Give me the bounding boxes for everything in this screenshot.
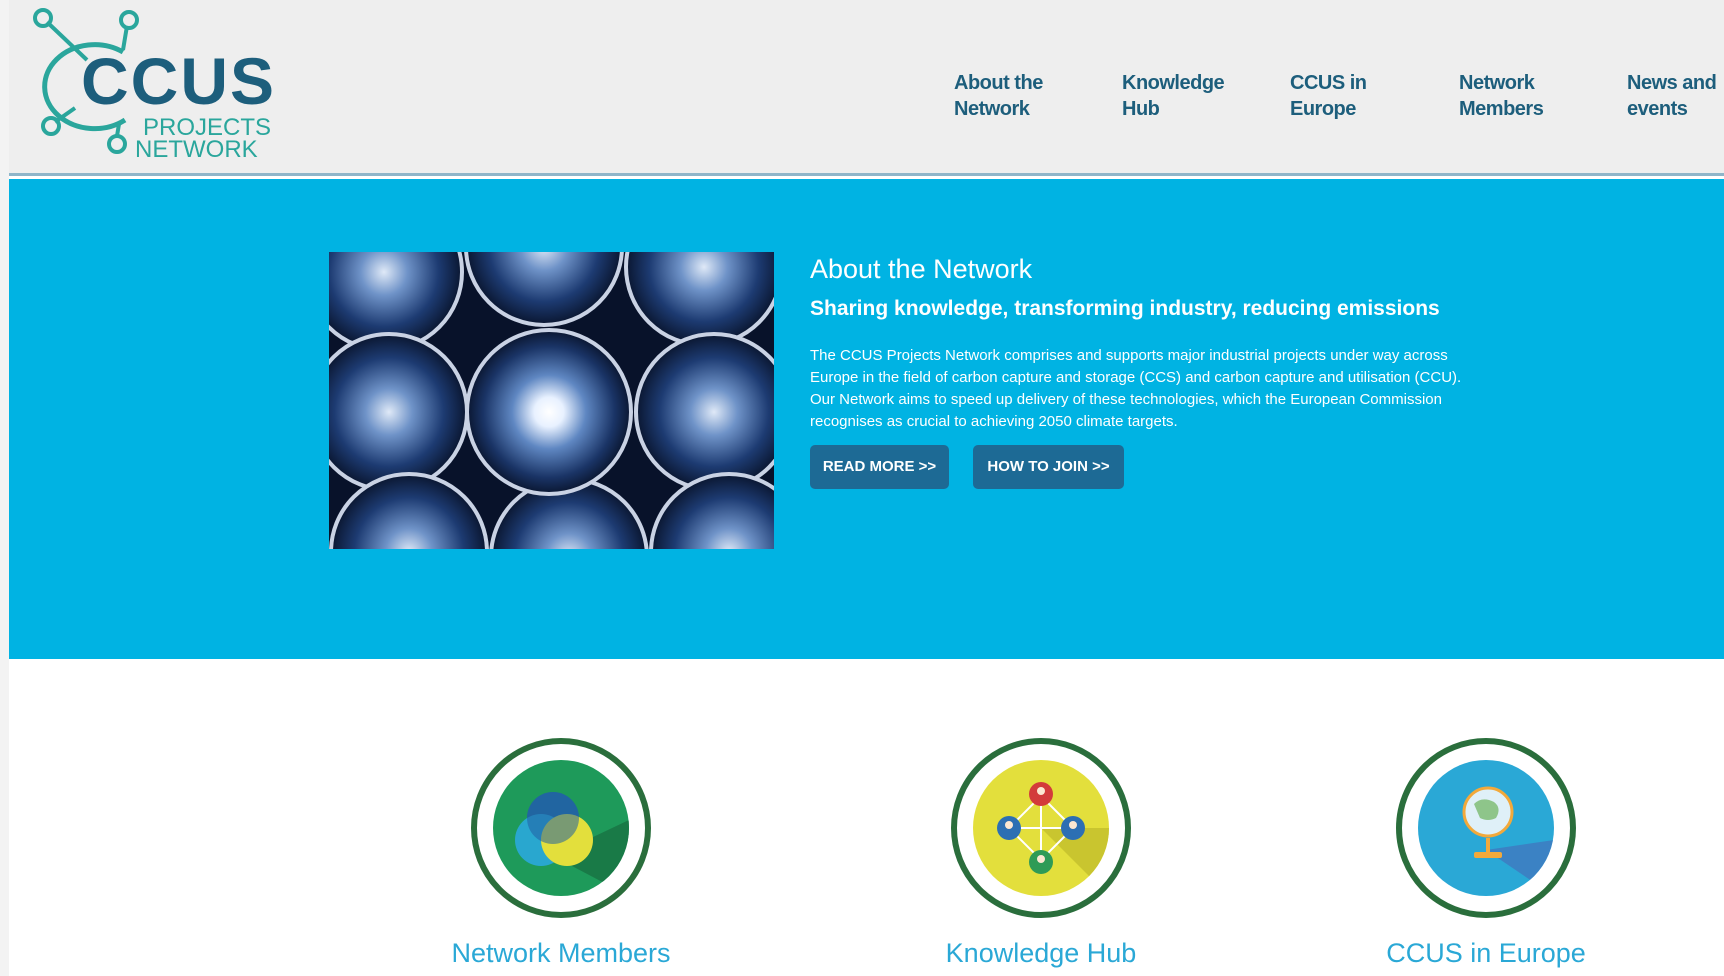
tile-network-members[interactable]: Network Members — [401, 738, 721, 976]
page: CCUS PROJECTS NETWORK About the Network … — [9, 0, 1724, 976]
nav-label: Hub — [1122, 98, 1160, 120]
nav-knowledge-hub[interactable]: Knowledge Hub — [1122, 70, 1242, 122]
nav-label: Knowledge — [1122, 72, 1225, 94]
hero-subtitle: Sharing knowledge, transforming industry… — [810, 297, 1440, 320]
nav-network-members[interactable]: Network Members — [1459, 70, 1579, 122]
nav-label: CCUS in — [1290, 72, 1367, 94]
logo-text-network: NETWORK — [135, 136, 258, 163]
people-network-icon — [973, 760, 1109, 896]
tile-ring — [951, 738, 1131, 918]
nav-label: Network — [1459, 72, 1535, 94]
nav-news-and-events[interactable]: News and events — [1627, 70, 1724, 122]
tile-ccus-in-europe[interactable]: CCUS in Europe — [1326, 738, 1646, 976]
read-more-button[interactable]: READ MORE >> — [810, 445, 949, 489]
hero-description: The CCUS Projects Network comprises and … — [810, 347, 1462, 430]
tile-ring — [471, 738, 651, 918]
tile-knowledge-hub[interactable]: Knowledge Hub — [881, 738, 1201, 976]
nav-label: Members — [1459, 98, 1544, 120]
tile-label[interactable]: Network Members — [401, 936, 721, 970]
site-header: CCUS PROJECTS NETWORK About the Network … — [9, 0, 1724, 176]
hero-banner: About the Network Sharing knowledge, tra… — [9, 179, 1724, 659]
pipes-image — [329, 252, 774, 549]
nav-label: Europe — [1290, 98, 1356, 120]
nav-label: News and — [1627, 72, 1717, 94]
main-nav: About the Network Knowledge Hub CCUS in … — [9, 70, 1724, 130]
hero-title: About the Network — [810, 254, 1033, 284]
how-to-join-button[interactable]: HOW TO JOIN >> — [973, 445, 1124, 489]
globe-icon — [1418, 760, 1554, 896]
nav-ccus-in-europe[interactable]: CCUS in Europe — [1290, 70, 1410, 122]
nav-label: events — [1627, 98, 1688, 120]
nav-label: Network — [954, 98, 1030, 120]
tile-ring — [1396, 738, 1576, 918]
tile-label[interactable]: Knowledge Hub — [881, 936, 1201, 970]
nav-label: About the — [954, 72, 1043, 94]
tile-label[interactable]: CCUS in Europe — [1326, 936, 1646, 970]
overlapping-circles-icon — [493, 760, 629, 896]
nav-about-the-network[interactable]: About the Network — [954, 70, 1074, 122]
